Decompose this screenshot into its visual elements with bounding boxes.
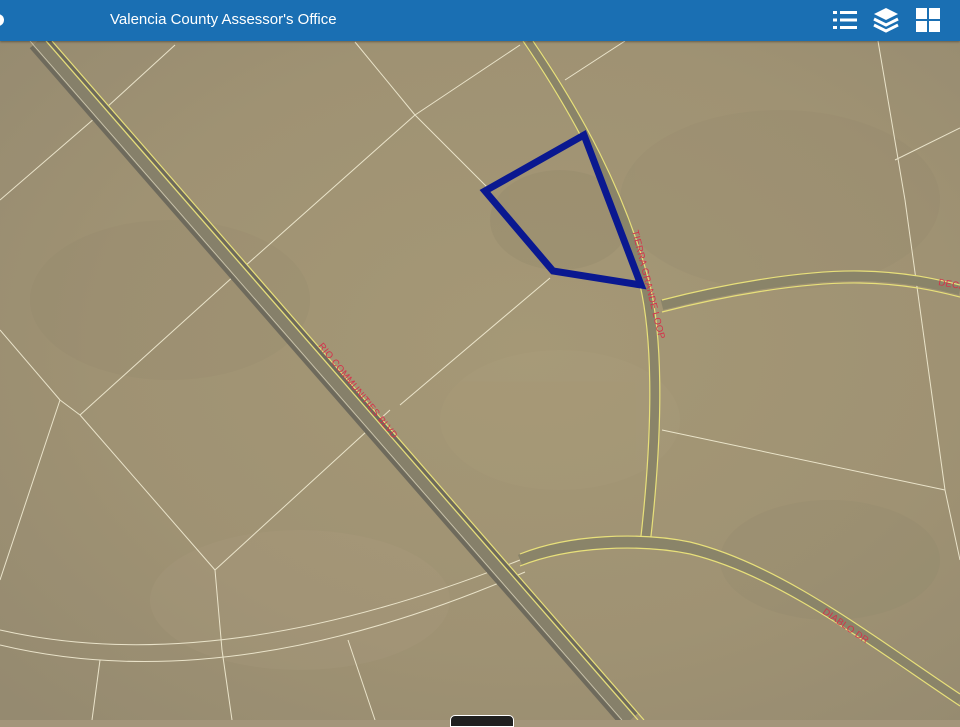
legend-list-button[interactable] (830, 5, 860, 35)
basemap-gallery-button[interactable] (913, 5, 943, 35)
legend-list-icon (833, 11, 857, 29)
map-view[interactable]: RIO COMMUNITIES BLVD TIERRA GRANDE LOOP … (0, 41, 960, 720)
layers-icon (873, 8, 899, 33)
layers-button[interactable] (871, 5, 901, 35)
basemap-gallery-icon (916, 8, 940, 32)
app-title: Valencia County Assessor's Office (110, 11, 337, 28)
panel-drag-handle[interactable] (450, 715, 514, 727)
app-header-bar: Valencia County Assessor's Office (0, 0, 960, 41)
map-canvas[interactable]: RIO COMMUNITIES BLVD TIERRA GRANDE LOOP … (0, 41, 960, 720)
menu-dot-icon[interactable] (0, 14, 4, 26)
